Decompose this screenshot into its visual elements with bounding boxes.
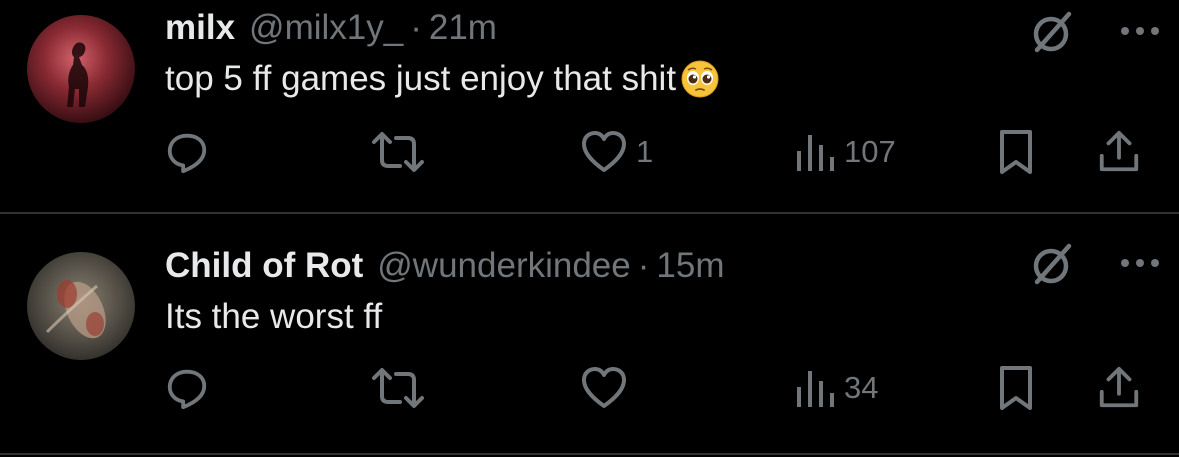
tweet-header: Child of Rot @wunderkindee · 15m <box>165 246 725 286</box>
share-button[interactable] <box>1096 360 1142 416</box>
timestamp[interactable]: 15m <box>656 246 724 286</box>
heart-icon <box>580 364 628 412</box>
share-icon <box>1096 365 1142 411</box>
bookmark-icon <box>996 364 1036 412</box>
pleading-face-emoji <box>680 59 720 99</box>
share-button[interactable] <box>1096 124 1142 180</box>
tweet-actions: 1 107 <box>0 124 1179 180</box>
like-button[interactable]: 1 <box>580 124 653 180</box>
timestamp[interactable]: 21m <box>429 8 497 48</box>
tweet-header: milx @milx1y_ · 21m <box>165 8 497 48</box>
retweet-button[interactable] <box>368 360 436 416</box>
more-dots-icon[interactable] <box>1115 248 1165 278</box>
display-name[interactable]: milx <box>165 8 235 48</box>
avatar[interactable] <box>27 252 135 360</box>
share-icon <box>1096 129 1142 175</box>
views-count: 34 <box>844 370 879 405</box>
tweet[interactable]: milx @milx1y_ · 21m top 5 ff games just … <box>0 0 1179 213</box>
tweet-top-icons <box>1019 8 1179 58</box>
tweet-text-content: Its the worst ff <box>165 297 383 336</box>
views-button[interactable]: 34 <box>794 360 878 416</box>
views-button[interactable]: 107 <box>794 124 896 180</box>
display-name[interactable]: Child of Rot <box>165 246 363 286</box>
user-handle[interactable]: @wunderkindee <box>377 246 630 286</box>
tweet[interactable]: Child of Rot @wunderkindee · 15m Its the… <box>0 214 1179 457</box>
reply-button[interactable] <box>164 360 218 416</box>
tweet-top-icons <box>1019 240 1179 290</box>
heart-icon <box>580 128 628 176</box>
more-dots-icon[interactable] <box>1115 16 1165 46</box>
tweet-text: Its the worst ff <box>165 296 382 338</box>
reply-icon <box>164 129 210 175</box>
like-button[interactable] <box>580 360 636 416</box>
bookmark-icon <box>996 128 1036 176</box>
reply-button[interactable] <box>164 124 218 180</box>
views-count: 107 <box>844 134 896 169</box>
grok-icon[interactable] <box>1027 8 1077 58</box>
tweet-divider <box>0 453 1179 455</box>
views-bar-chart-icon <box>794 131 836 173</box>
tweet-text: top 5 ff games just enjoy that shit <box>165 58 720 100</box>
retweet-icon <box>368 128 428 176</box>
bookmark-button[interactable] <box>996 124 1036 180</box>
user-handle[interactable]: @milx1y_ <box>249 8 403 48</box>
views-bar-chart-icon <box>794 367 836 409</box>
separator-dot: · <box>637 246 650 285</box>
like-count: 1 <box>636 134 654 169</box>
retweet-icon <box>368 364 428 412</box>
tweet-actions: 34 <box>0 360 1179 416</box>
avatar[interactable] <box>27 15 135 123</box>
separator-dot: · <box>410 8 422 47</box>
grok-icon[interactable] <box>1027 240 1077 290</box>
tweet-text-content: top 5 ff games just enjoy that shit <box>165 59 677 98</box>
retweet-button[interactable] <box>368 124 436 180</box>
reply-icon <box>164 365 210 411</box>
bookmark-button[interactable] <box>996 360 1036 416</box>
